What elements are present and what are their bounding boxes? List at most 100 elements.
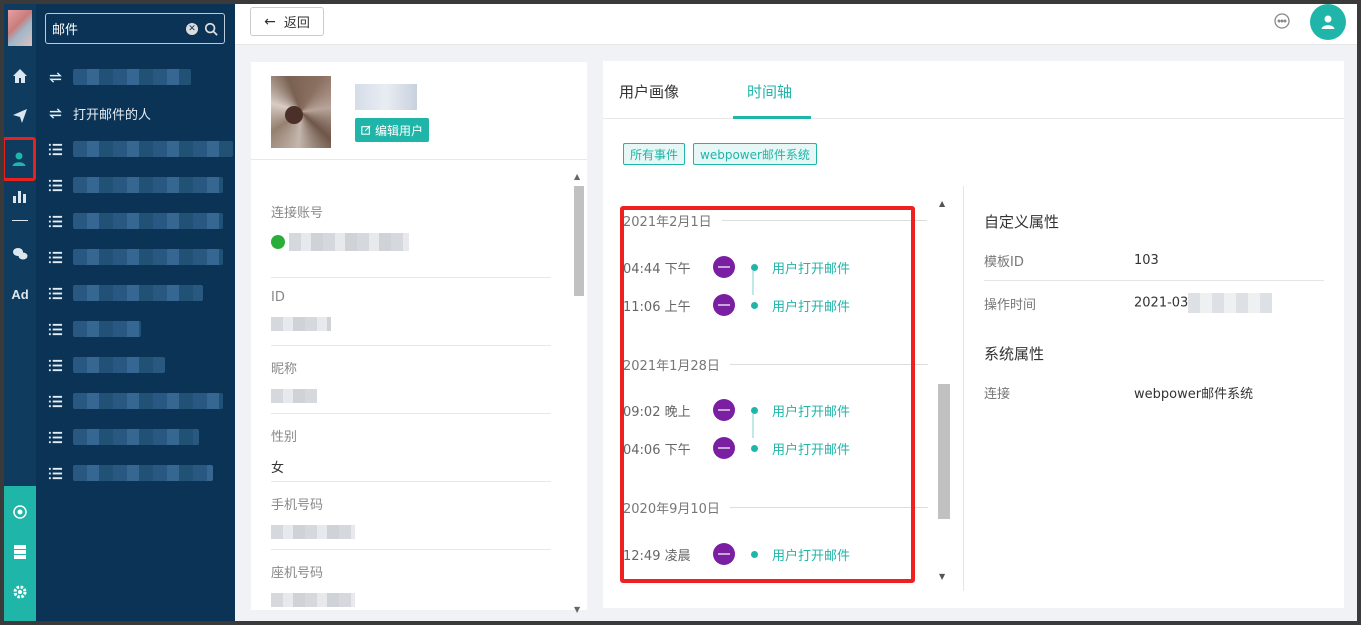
- attribute-divider: [984, 280, 1324, 281]
- event-filter-tags: 所有事件 webpower邮件系统: [623, 143, 817, 165]
- list-icon: [48, 251, 63, 263]
- field-account: 连接账号: [271, 202, 551, 278]
- attribute-key: 操作时间: [984, 297, 1037, 313]
- field-label: 座机号码: [271, 566, 324, 581]
- profile-card: 编辑用户 连接账号 ID 昵称 性别 女 手机号码 座机号码 ▲ ▼: [251, 62, 587, 614]
- field-value: [271, 233, 551, 251]
- tag-all-events[interactable]: 所有事件: [623, 143, 686, 165]
- list-icon: [48, 143, 63, 155]
- edit-icon: [361, 125, 371, 135]
- ad-icon[interactable]: Ad: [4, 278, 36, 310]
- list-item[interactable]: [48, 66, 191, 88]
- chart-icon[interactable]: [4, 180, 36, 212]
- list-icon: [48, 323, 63, 335]
- profile-header: 编辑用户: [251, 62, 587, 160]
- field-label: 昵称: [271, 362, 298, 377]
- list-item-label: 打开邮件的人: [73, 107, 152, 123]
- attribute-value: 103: [1134, 252, 1159, 268]
- list-item[interactable]: [48, 354, 165, 376]
- profile-name: [355, 84, 417, 110]
- sync-icon: [49, 107, 62, 119]
- attribute-key: 连接: [984, 386, 1011, 402]
- list-item[interactable]: [48, 318, 141, 340]
- app-frame: Ad ✕ 打开邮件的人: [4, 4, 1357, 621]
- server-icon[interactable]: [4, 536, 36, 568]
- search-input[interactable]: [52, 21, 186, 36]
- icon-rail: Ad: [4, 4, 36, 621]
- attribute-value: 2021-03: [1134, 293, 1273, 313]
- field-value: [271, 317, 551, 335]
- user-icon[interactable]: [4, 137, 36, 181]
- system-attributes-title: 系统属性: [984, 345, 1045, 363]
- list-icon: [48, 467, 63, 479]
- attribute-key: 模板ID: [984, 254, 1024, 270]
- list-item[interactable]: [48, 246, 223, 268]
- sync-icon: [49, 71, 62, 83]
- list-item[interactable]: 打开邮件的人: [48, 102, 151, 124]
- field-nickname: 昵称: [271, 358, 551, 414]
- segment-list-panel: ✕ 打开邮件的人: [36, 4, 235, 621]
- list-item[interactable]: [48, 462, 213, 484]
- field-gender: 性别 女: [271, 426, 551, 482]
- scroll-thumb[interactable]: [938, 384, 950, 519]
- list-icon: [48, 359, 63, 371]
- attribute-row: 连接 webpower邮件系统: [984, 378, 1324, 406]
- field-label: 连接账号: [271, 206, 324, 221]
- edit-user-button[interactable]: 编辑用户: [355, 118, 430, 142]
- tab-timeline[interactable]: 时间轴: [747, 81, 792, 102]
- attribute-row: 模板ID 103: [984, 246, 1324, 274]
- field-landline: 座机号码: [271, 562, 551, 618]
- field-mobile: 手机号码: [271, 494, 551, 550]
- search-box[interactable]: ✕: [45, 13, 225, 44]
- list-item[interactable]: [48, 210, 223, 232]
- redacted-value: [1188, 293, 1273, 313]
- tab-user-profile[interactable]: 用户画像: [619, 81, 679, 102]
- profile-scrollbar[interactable]: ▲ ▼: [573, 172, 584, 614]
- panel-divider: [963, 186, 964, 591]
- scroll-up-icon[interactable]: ▲: [939, 199, 945, 208]
- list-item[interactable]: [48, 174, 223, 196]
- field-label: 手机号码: [271, 498, 324, 513]
- list-icon: [48, 395, 63, 407]
- main-card: 用户画像 时间轴 所有事件 webpower邮件系统 2021年2月1日 04:…: [603, 61, 1344, 608]
- edit-user-label: 编辑用户: [375, 123, 424, 138]
- top-bar: ← 返回: [235, 4, 1357, 45]
- field-label: ID: [271, 290, 285, 305]
- field-value: [271, 525, 551, 543]
- list-icon: [48, 179, 63, 191]
- list-item[interactable]: [48, 138, 233, 160]
- wechat-icon[interactable]: [4, 238, 36, 270]
- back-button[interactable]: ← 返回: [250, 7, 324, 36]
- scroll-thumb[interactable]: [574, 186, 584, 296]
- back-button-label: 返回: [283, 16, 310, 31]
- network-icon[interactable]: [4, 496, 36, 528]
- scroll-down-icon[interactable]: ▼: [939, 572, 945, 581]
- attribute-value: webpower邮件系统: [1134, 386, 1254, 402]
- tag-webpower[interactable]: webpower邮件系统: [693, 143, 817, 165]
- list-icon: [48, 215, 63, 227]
- app-logo: [8, 10, 32, 46]
- list-item[interactable]: [48, 390, 223, 412]
- user-avatar[interactable]: [1310, 4, 1346, 40]
- list-icon: [48, 431, 63, 443]
- field-value: [271, 593, 551, 611]
- attributes-panel: 自定义属性 模板ID 103 操作时间 2021-03 系统属性 连接 webp…: [984, 211, 1324, 406]
- rail-bottom: [4, 486, 36, 621]
- scroll-down-icon[interactable]: ▼: [574, 605, 580, 614]
- search-icon[interactable]: [204, 22, 218, 36]
- gear-icon[interactable]: [4, 576, 36, 608]
- arrow-left-icon: ←: [264, 13, 276, 30]
- field-id: ID: [271, 290, 551, 346]
- user-icon: [1321, 15, 1335, 29]
- scroll-up-icon[interactable]: ▲: [574, 172, 580, 181]
- timeline-scrollbar[interactable]: ▲ ▼: [936, 199, 950, 581]
- attribute-row: 操作时间 2021-03: [984, 289, 1324, 317]
- send-icon[interactable]: [4, 100, 36, 132]
- clear-icon[interactable]: ✕: [186, 22, 198, 35]
- list-item[interactable]: [48, 426, 199, 448]
- home-icon[interactable]: [4, 60, 36, 92]
- chat-icon[interactable]: [1273, 12, 1291, 30]
- list-item[interactable]: [48, 282, 203, 304]
- rail-divider: [12, 220, 28, 221]
- list-icon: [48, 287, 63, 299]
